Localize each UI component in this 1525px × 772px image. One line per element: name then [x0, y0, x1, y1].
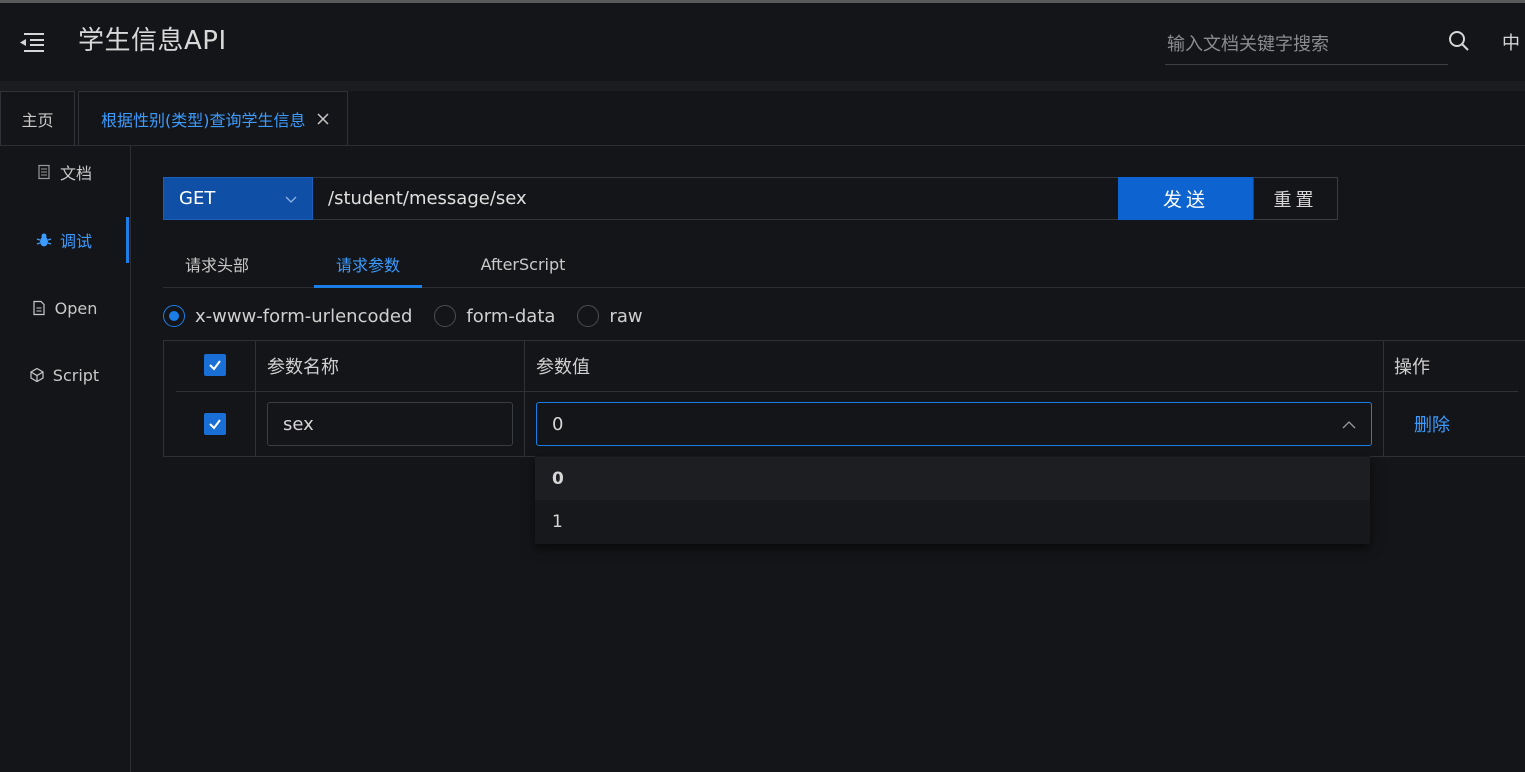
- select-all-checkbox[interactable]: [204, 354, 226, 376]
- url-input[interactable]: /student/message/sex: [313, 177, 1119, 220]
- send-button[interactable]: 发送: [1118, 177, 1254, 220]
- radio-form-data[interactable]: form-data: [434, 305, 555, 327]
- search-box: [1165, 25, 1448, 65]
- search-icon[interactable]: [1447, 29, 1471, 53]
- search-input[interactable]: [1165, 25, 1448, 64]
- column-divider: [255, 341, 256, 457]
- sidebar-item-docs[interactable]: 文档: [0, 152, 128, 192]
- sidebar-item-open[interactable]: Open: [0, 288, 128, 328]
- tab-home[interactable]: 主页: [0, 91, 75, 146]
- radio-label: x-www-form-urlencoded: [195, 305, 413, 327]
- body-type-radio-group: x-www-form-urlencoded form-data raw: [163, 303, 665, 329]
- dropdown-option-0[interactable]: 0: [535, 457, 1370, 500]
- document-icon: [38, 164, 50, 180]
- row-divider: [176, 391, 1518, 392]
- sidebar-item-script[interactable]: Script: [0, 355, 128, 395]
- menu-fold-icon[interactable]: [18, 31, 46, 53]
- tab-afterscript[interactable]: AfterScript: [468, 240, 578, 288]
- radio-label: raw: [609, 305, 643, 327]
- method-value: GET: [179, 188, 216, 209]
- sidebar-item-label: Script: [52, 365, 100, 385]
- method-select[interactable]: GET: [163, 177, 313, 220]
- param-name-input[interactable]: sex: [267, 402, 513, 446]
- header-divider: [0, 81, 1525, 91]
- bug-icon: [36, 233, 52, 247]
- checkbox-checked-icon: [204, 354, 226, 376]
- file-icon: [33, 300, 45, 316]
- column-divider: [524, 341, 525, 457]
- reset-button[interactable]: 重置: [1253, 177, 1338, 220]
- tab-request-params[interactable]: 请求参数: [314, 240, 422, 288]
- tab-bar: 主页 根据性别(类型)查询学生信息: [0, 91, 1525, 146]
- chevron-up-icon: [1342, 421, 1356, 429]
- radio-urlencoded[interactable]: x-www-form-urlencoded: [163, 305, 412, 327]
- row-checkbox[interactable]: [204, 413, 226, 435]
- active-tab-indicator: [314, 285, 422, 288]
- param-value-select[interactable]: 0: [536, 402, 1372, 446]
- radio-label: form-data: [466, 305, 556, 327]
- sidebar-active-indicator: [126, 217, 129, 263]
- column-header-action: 操作: [1394, 357, 1430, 378]
- tab-label: 根据性别(类型)查询学生信息: [101, 111, 306, 130]
- sidebar-item-debug[interactable]: 调试: [0, 220, 128, 260]
- close-icon[interactable]: [316, 112, 330, 126]
- column-header-name: 参数名称: [267, 357, 339, 378]
- checkbox-checked-icon: [204, 413, 226, 435]
- tab-label: 主页: [21, 111, 54, 130]
- radio-raw[interactable]: raw: [577, 305, 643, 327]
- radio-checked-icon: [163, 305, 185, 327]
- sidebar: 文档 调试 Open Script: [0, 146, 131, 772]
- column-header-value: 参数值: [536, 357, 590, 378]
- column-divider: [1383, 341, 1384, 457]
- app-title: 学生信息API: [78, 26, 227, 56]
- delete-param-link[interactable]: 删除: [1414, 402, 1450, 446]
- params-table: 参数名称 参数值 操作 sex 0 删除: [163, 340, 1525, 457]
- request-subtabs: 请求头部 请求参数 AfterScript: [163, 240, 1525, 288]
- radio-unchecked-icon: [577, 305, 600, 327]
- param-value: 0: [552, 413, 564, 435]
- sidebar-item-label: 调试: [59, 232, 92, 251]
- cube-icon: [30, 367, 44, 383]
- tab-query-student[interactable]: 根据性别(类型)查询学生信息: [78, 91, 348, 146]
- sidebar-item-label: Open: [54, 298, 98, 318]
- tab-request-headers[interactable]: 请求头部: [163, 240, 271, 288]
- language-switch[interactable]: 中: [1502, 29, 1520, 55]
- chevron-down-icon: [285, 196, 297, 203]
- sidebar-item-label: 文档: [59, 164, 92, 183]
- value-dropdown: 0 1: [535, 456, 1370, 544]
- radio-unchecked-icon: [434, 305, 457, 327]
- dropdown-option-1[interactable]: 1: [535, 500, 1370, 543]
- header: 学生信息API 中: [0, 3, 1525, 81]
